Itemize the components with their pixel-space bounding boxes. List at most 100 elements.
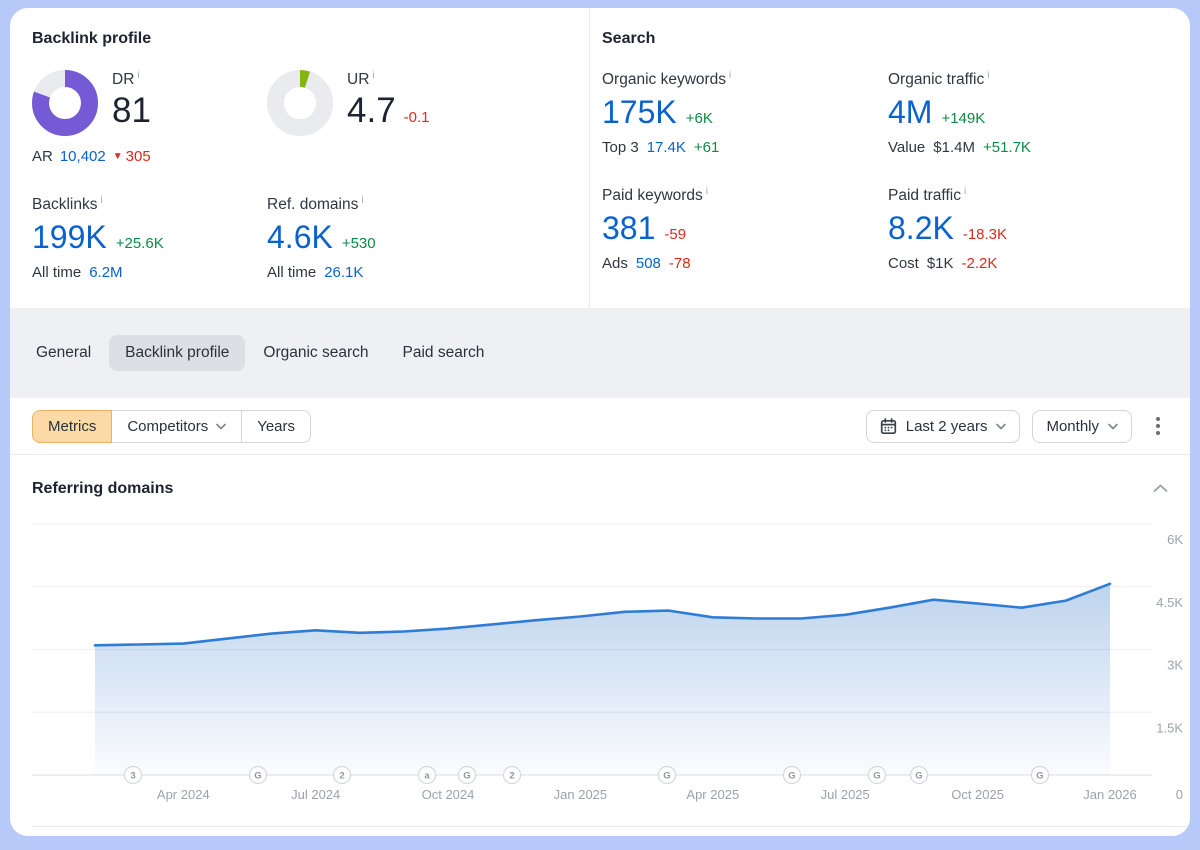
ar-delta: 305 [126,148,151,165]
metrics-segment[interactable]: Metrics [32,410,112,443]
dr-donut-chart [32,70,98,136]
granularity-label: Monthly [1046,418,1099,435]
dr-metric: DRi 81 AR 10,402 ▼ 305 [32,70,267,165]
cost-delta: -2.2K [962,255,998,272]
ar-row: AR 10,402 ▼ 305 [32,148,267,165]
svg-text:0: 0 [1176,787,1183,802]
chevron-down-icon [996,423,1006,430]
svg-text:G: G [1036,771,1043,782]
svg-text:Jan 2026: Jan 2026 [1083,787,1137,802]
chevron-down-icon [1108,423,1118,430]
collapse-chevron-up-icon[interactable] [1153,484,1168,493]
svg-text:3: 3 [130,771,135,782]
svg-text:2: 2 [509,771,514,782]
referring-domains-chart[interactable]: 6K4.5K3K1.5KApr 2024Jul 2024Oct 2024Jan … [32,516,1190,816]
competitors-segment[interactable]: Competitors [111,410,242,443]
svg-text:1.5K: 1.5K [1156,720,1183,735]
chart-toolbar: Metrics Competitors Years [10,398,1190,455]
paid-keywords-label: Paid keywordsi [602,186,888,205]
organic-keywords-value[interactable]: 175K [602,96,677,130]
chart-title: Referring domains [32,480,173,498]
stats-card: Backlink profile DRi 81 [10,8,1190,308]
search-title: Search [602,30,1190,48]
info-icon[interactable]: i [137,70,139,81]
top3-delta: +61 [694,139,719,156]
calendar-icon [880,418,897,435]
cost-value: $1K [927,255,954,272]
all-time-value[interactable]: 6.2M [89,264,122,281]
svg-text:Apr 2024: Apr 2024 [157,787,210,802]
ur-delta: -0.1 [404,110,430,127]
svg-text:G: G [463,771,470,782]
ar-label: AR [32,148,53,165]
paid-traffic-value[interactable]: 8.2K [888,212,954,246]
date-range-button[interactable]: Last 2 years [866,410,1021,443]
info-icon[interactable]: i [964,186,966,197]
paid-traffic-delta: -18.3K [963,227,1007,243]
info-icon[interactable]: i [987,70,989,81]
svg-text:G: G [788,771,795,782]
backlinks-metric: Backlinksi 199K+25.6K All time6.2M [32,195,267,281]
paid-keywords-value[interactable]: 381 [602,212,655,246]
info-icon[interactable]: i [372,70,374,81]
chart-area: 6K4.5K3K1.5KApr 2024Jul 2024Oct 2024Jan … [32,516,1190,827]
info-icon[interactable]: i [100,195,102,206]
ur-donut-chart [267,70,333,136]
backlinks-value[interactable]: 199K [32,221,107,255]
svg-text:Jan 2025: Jan 2025 [554,787,608,802]
ar-value[interactable]: 10,402 [60,148,106,165]
ads-label: Ads [602,255,628,272]
all-time-value[interactable]: 26.1K [324,264,363,281]
svg-text:Jul 2025: Jul 2025 [821,787,870,802]
svg-text:Apr 2025: Apr 2025 [686,787,739,802]
top3-value[interactable]: 17.4K [647,139,686,156]
dr-label: DRi [112,70,151,89]
svg-text:6K: 6K [1167,532,1183,547]
backlink-profile-section: Backlink profile DRi 81 [10,8,590,308]
value-amount: $1.4M [933,139,975,156]
ref-domains-metric: Ref. domainsi 4.6K+530 All time26.1K [267,195,589,281]
ref-domains-label: Ref. domainsi [267,195,589,214]
organic-traffic-value[interactable]: 4M [888,96,932,130]
tab-general[interactable]: General [20,335,107,371]
organic-keywords-metric: Organic keywordsi 175K+6K Top 317.4K+61 [602,70,888,156]
svg-text:2: 2 [339,771,344,782]
info-icon[interactable]: i [361,195,363,206]
top3-label: Top 3 [602,139,639,156]
ads-value[interactable]: 508 [636,255,661,272]
date-range-label: Last 2 years [906,418,988,435]
backlink-report-card: Metrics Competitors Years [10,398,1190,836]
tab-paid-search[interactable]: Paid search [387,335,501,371]
svg-text:4.5K: 4.5K [1156,595,1183,610]
paid-keywords-delta: -59 [664,227,686,243]
granularity-button[interactable]: Monthly [1032,410,1132,443]
view-segmented-control: Metrics Competitors Years [32,410,311,443]
svg-text:G: G [873,771,880,782]
all-time-label: All time [267,264,316,281]
svg-text:Oct 2025: Oct 2025 [951,787,1004,802]
svg-text:Jul 2024: Jul 2024 [291,787,340,802]
backlinks-label: Backlinksi [32,195,267,214]
overview-panel: Backlink profile DRi 81 [10,8,1190,836]
organic-traffic-metric: Organic traffici 4M+149K Value$1.4M+51.7… [888,70,1190,156]
tab-organic-search[interactable]: Organic search [247,335,384,371]
svg-text:G: G [254,771,261,782]
info-icon[interactable]: i [706,186,708,197]
organic-traffic-delta: +149K [941,111,985,127]
search-section: Search Organic keywordsi 175K+6K Top 317… [590,8,1190,308]
organic-keywords-label: Organic keywordsi [602,70,888,89]
paid-traffic-label: Paid traffici [888,186,1190,205]
all-time-label: All time [32,264,81,281]
ads-delta: -78 [669,255,691,272]
years-segment[interactable]: Years [241,410,311,443]
backlink-profile-title: Backlink profile [32,30,589,48]
svg-text:G: G [663,771,670,782]
paid-keywords-metric: Paid keywordsi 381 -59 Ads 508 -78 [602,186,888,272]
report-tabs: General Backlink profile Organic search … [10,308,1190,398]
info-icon[interactable]: i [729,70,731,81]
tab-backlink-profile[interactable]: Backlink profile [109,335,245,371]
organic-traffic-label: Organic traffici [888,70,1190,89]
more-options-kebab-icon[interactable] [1148,413,1168,439]
ur-metric: URi 4.7 -0.1 [267,70,589,165]
ref-domains-value[interactable]: 4.6K [267,221,333,255]
